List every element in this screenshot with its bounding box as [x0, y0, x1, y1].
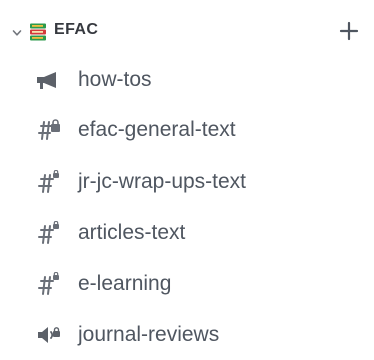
- chevron-down-icon[interactable]: [12, 28, 22, 38]
- announcement-megaphone-icon: [37, 72, 56, 89]
- channel-how-tos[interactable]: how-tos: [30, 60, 360, 100]
- channel-label: efac-general-text: [78, 118, 236, 141]
- voice-locked-icon: [38, 327, 60, 343]
- hash-locked-icon: [38, 221, 59, 244]
- channel-label: journal-reviews: [78, 323, 220, 346]
- channel-label: jr-jc-wrap-ups-text: [78, 170, 247, 193]
- books-icon: [30, 23, 46, 41]
- channel-efac-general-text[interactable]: efac-general-text: [30, 110, 360, 150]
- category-name: EFAC: [54, 21, 99, 38]
- channel-journal-reviews[interactable]: journal-reviews: [30, 315, 360, 355]
- channel-label: how-tos: [78, 68, 152, 91]
- channel-label: e-learning: [78, 272, 172, 295]
- channel-label: articles-text: [78, 221, 186, 244]
- plus-icon[interactable]: [338, 20, 360, 42]
- hash-locked-icon: [38, 272, 59, 295]
- category-header[interactable]: EFAC: [0, 14, 374, 50]
- channel-e-learning[interactable]: e-learning: [30, 264, 360, 304]
- channel-articles-text[interactable]: articles-text: [30, 213, 360, 253]
- channel-jr-jc-wrap-ups-text[interactable]: jr-jc-wrap-ups-text: [30, 162, 360, 202]
- hash-locked-icon: [38, 119, 60, 140]
- hash-locked-icon: [38, 170, 59, 193]
